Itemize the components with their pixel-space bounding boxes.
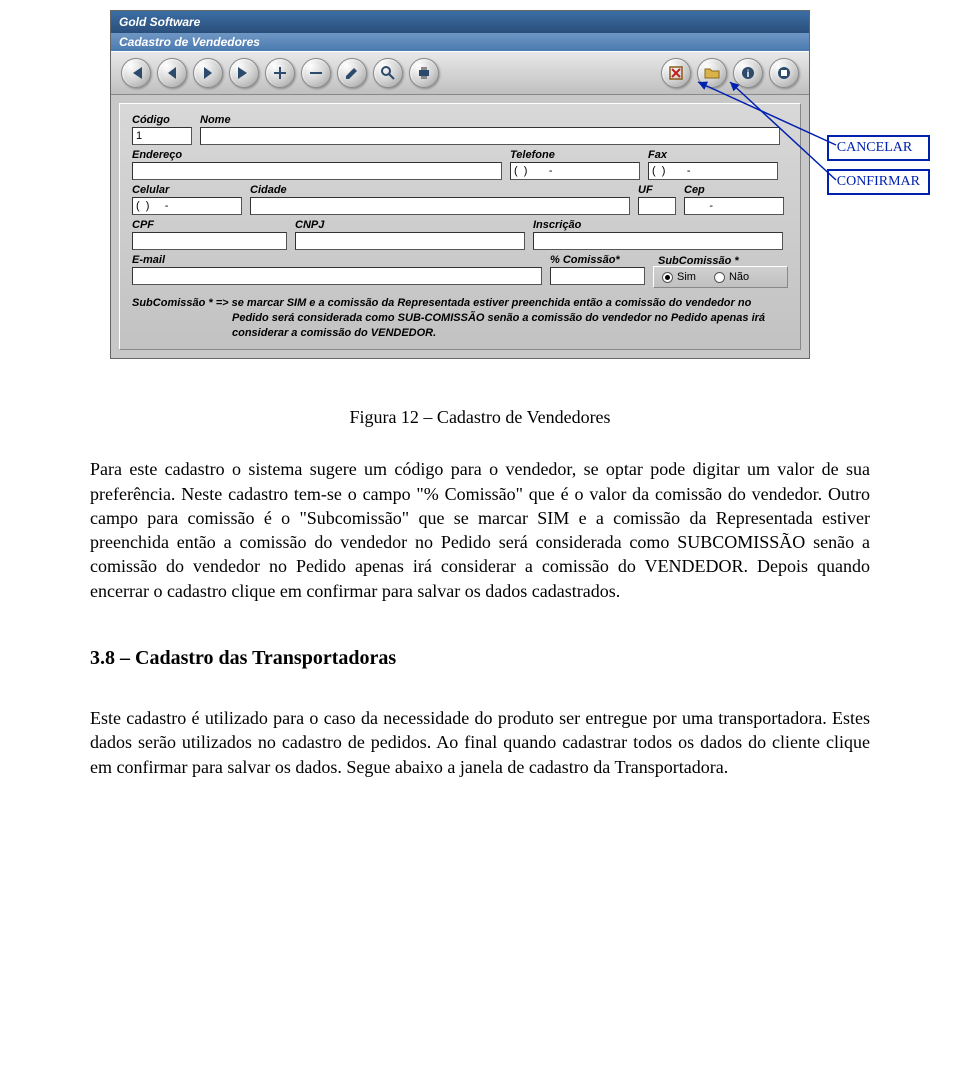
label-comissao: % Comissão* [550,254,645,266]
figure-caption: Figura 12 – Cadastro de Vendedores [90,405,870,429]
first-button[interactable] [121,58,151,88]
paragraph-1: Para este cadastro o sistema sugere um c… [90,457,870,603]
telefone-input[interactable] [510,162,640,180]
toolbar: i [111,51,809,95]
search-button[interactable] [373,58,403,88]
codigo-input[interactable] [132,127,192,145]
label-cpf: CPF [132,219,287,231]
document-body: Figura 12 – Cadastro de Vendedores Para … [0,359,960,833]
prev-button[interactable] [157,58,187,88]
next-button[interactable] [193,58,223,88]
cpf-input[interactable] [132,232,287,250]
label-email: E-mail [132,254,542,266]
callouts: CANCELAR CONFIRMAR [827,135,930,195]
label-nome: Nome [200,114,780,126]
label-endereco: Endereço [132,149,502,161]
label-cidade: Cidade [250,184,630,196]
label-cep: Cep [684,184,784,196]
label-celular: Celular [132,184,242,196]
uf-input[interactable] [638,197,676,215]
radio-nao[interactable]: Não [714,271,749,283]
subcomissao-legend: SubComissão * [658,255,739,267]
radio-sim-dot [662,272,673,283]
radio-nao-label: Não [729,271,749,283]
fax-input[interactable] [648,162,778,180]
radio-sim-label: Sim [677,271,696,283]
cancel-button[interactable] [661,58,691,88]
radio-nao-dot [714,272,725,283]
nome-input[interactable] [200,127,780,145]
celular-input[interactable] [132,197,242,215]
cadastro-vendedores-window: Gold Software Cadastro de Vendedores [110,10,810,359]
paragraph-2: Este cadastro é utilizado para o caso da… [90,706,870,779]
titlebar: Gold Software [111,11,809,33]
label-inscricao: Inscrição [533,219,783,231]
label-uf: UF [638,184,676,196]
comissao-input[interactable] [550,267,645,285]
svg-text:i: i [747,69,750,80]
callout-cancelar: CANCELAR [827,135,930,161]
edit-button[interactable] [337,58,367,88]
exit-button[interactable] [769,58,799,88]
subcomissao-group: SubComissão * Sim Não [653,266,788,288]
form-panel: Código Nome Endereço Telefone [119,103,801,350]
inscricao-input[interactable] [533,232,783,250]
subcomissao-help: SubComissão * => se marcar SIM e a comis… [132,296,788,341]
confirm-button[interactable] [697,58,727,88]
label-codigo: Código [132,114,192,126]
email-input[interactable] [132,267,542,285]
add-button[interactable] [265,58,295,88]
label-telefone: Telefone [510,149,640,161]
app-title: Gold Software [119,14,801,30]
label-fax: Fax [648,149,778,161]
cnpj-input[interactable] [295,232,525,250]
window-subtitle: Cadastro de Vendedores [111,33,809,51]
cidade-input[interactable] [250,197,630,215]
help-button[interactable]: i [733,58,763,88]
print-button[interactable] [409,58,439,88]
endereco-input[interactable] [132,162,502,180]
cep-input[interactable] [684,197,784,215]
last-button[interactable] [229,58,259,88]
callout-confirmar: CONFIRMAR [827,169,930,195]
label-cnpj: CNPJ [295,219,525,231]
radio-sim[interactable]: Sim [662,271,696,283]
delete-button[interactable] [301,58,331,88]
section-3-8-heading: 3.8 – Cadastro das Transportadoras [90,645,870,672]
